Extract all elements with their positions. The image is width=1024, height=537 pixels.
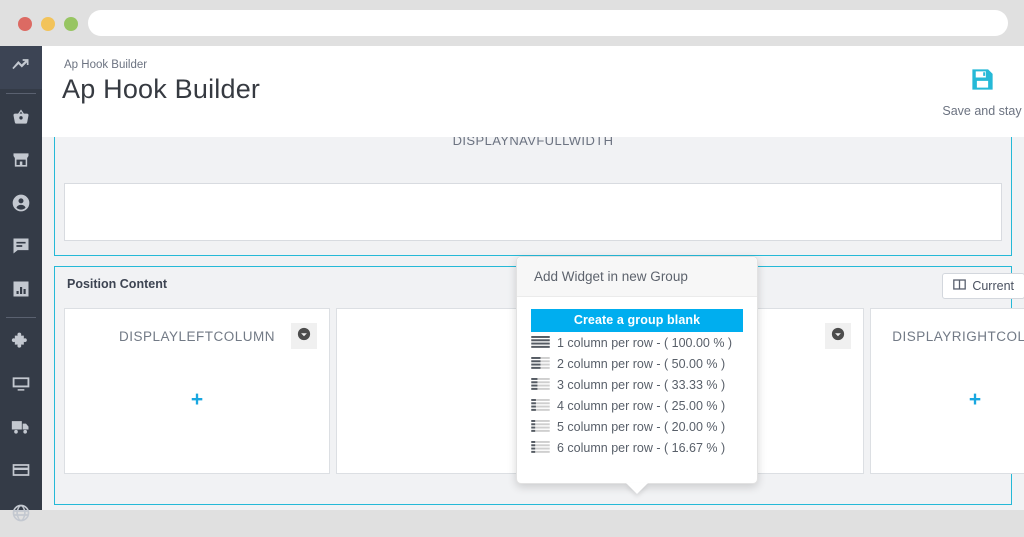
- sidebar-item-customers[interactable]: [0, 184, 42, 227]
- sidebar-item-dashboard[interactable]: [0, 46, 42, 89]
- column-hook-label: DISPLAYRIGHTCOLUMN: [892, 329, 1024, 344]
- popover-arrow: [626, 483, 648, 494]
- truck-icon: [11, 417, 31, 442]
- trending-up-icon: [11, 55, 31, 80]
- zoom-window-button[interactable]: [64, 17, 78, 31]
- shopping-basket-icon: [11, 107, 31, 132]
- columns-2-icon: [531, 357, 550, 370]
- sidebar-item-orders[interactable]: [0, 98, 42, 141]
- sidebar-divider-1: [6, 93, 36, 94]
- sidebar-item-payment[interactable]: [0, 451, 42, 494]
- column-option-5[interactable]: 5 column per row - ( 20.00 % ): [531, 416, 743, 437]
- bar-chart-icon: [11, 279, 31, 304]
- popover-body: Create a group blank 1 column per row - …: [517, 297, 757, 458]
- column-option-2[interactable]: 2 column per row - ( 50.00 % ): [531, 353, 743, 374]
- column-option-label: 4 column per row - ( 25.00 % ): [557, 398, 726, 413]
- popover-title: Add Widget in new Group: [517, 257, 757, 297]
- browser-chrome: [0, 0, 1024, 46]
- globe-icon: [11, 503, 31, 528]
- hook-name-label: DISPLAYNAVFULLWIDTH: [452, 137, 614, 148]
- add-widget-plus-right[interactable]: +: [871, 389, 1024, 410]
- column-option-label: 5 column per row - ( 20.00 % ): [557, 419, 726, 434]
- builder-content: DISPLAYNAVFULLWIDTH Position Content Cur…: [42, 137, 1024, 510]
- two-column-layout-icon: [953, 278, 967, 294]
- sidebar-item-international[interactable]: [0, 494, 42, 537]
- columns-1-icon: [531, 336, 550, 349]
- column-layout-options: 1 column per row - ( 100.00 % ) 2 column …: [531, 332, 743, 458]
- column-option-label: 1 column per row - ( 100.00 % ): [557, 335, 733, 350]
- save-floppy-icon: [969, 66, 996, 98]
- save-and-stay-label: Save and stay: [942, 104, 1022, 118]
- page-header: Ap Hook Builder Ap Hook Builder Save and…: [42, 46, 1024, 137]
- sidebar-item-shipping[interactable]: [0, 408, 42, 451]
- breadcrumb: Ap Hook Builder: [64, 59, 148, 71]
- current-view-label: Current: [972, 279, 1014, 293]
- sidebar-item-modules[interactable]: [0, 322, 42, 365]
- column-option-4[interactable]: 4 column per row - ( 25.00 % ): [531, 395, 743, 416]
- column-displayrightcolumn[interactable]: DISPLAYRIGHTCOLUMN +: [870, 308, 1024, 474]
- application-window: Ap Hook Builder Ap Hook Builder Save and…: [0, 46, 1024, 522]
- columns-3-icon: [531, 378, 550, 391]
- sidebar-item-stats[interactable]: [0, 270, 42, 313]
- page-title: Ap Hook Builder: [62, 74, 261, 104]
- current-view-button[interactable]: Current: [942, 273, 1024, 299]
- close-window-button[interactable]: [18, 17, 32, 31]
- column-option-label: 2 column per row - ( 50.00 % ): [557, 356, 726, 371]
- main-sidebar: [0, 46, 42, 522]
- sidebar-item-design[interactable]: [0, 365, 42, 408]
- hook-panel-displaynavfullwidth: DISPLAYNAVFULLWIDTH: [54, 137, 1012, 256]
- puzzle-piece-icon: [11, 331, 31, 356]
- sidebar-item-customer-service[interactable]: [0, 227, 42, 270]
- store-icon: [11, 150, 31, 175]
- column-option-label: 3 column per row - ( 33.33 % ): [557, 377, 726, 392]
- sidebar-divider-2: [6, 317, 36, 318]
- window-traffic-lights: [18, 17, 78, 31]
- columns-6-icon: [531, 441, 550, 454]
- url-bar-input[interactable]: [88, 10, 1008, 36]
- column-option-label: 6 column per row - ( 16.67 % ): [557, 440, 726, 455]
- chevron-down-circle-icon: [831, 327, 845, 346]
- credit-card-icon: [11, 460, 31, 485]
- collapse-column-button[interactable]: [291, 323, 317, 349]
- column-option-3[interactable]: 3 column per row - ( 33.33 % ): [531, 374, 743, 395]
- person-circle-icon: [11, 193, 31, 218]
- column-option-1[interactable]: 1 column per row - ( 100.00 % ): [531, 332, 743, 353]
- collapse-column-button[interactable]: [825, 323, 851, 349]
- position-content-heading: Position Content: [67, 277, 167, 291]
- column-option-6[interactable]: 6 column per row - ( 16.67 % ): [531, 437, 743, 458]
- column-hook-label: DISPLAYLEFTCOLUMN: [118, 329, 276, 344]
- minimize-window-button[interactable]: [41, 17, 55, 31]
- columns-4-icon: [531, 399, 550, 412]
- sidebar-item-catalog[interactable]: [0, 141, 42, 184]
- save-and-stay-button[interactable]: Save and stay: [934, 66, 1024, 118]
- add-widget-popover: Add Widget in new Group Create a group b…: [516, 256, 758, 494]
- add-widget-plus-left[interactable]: +: [65, 389, 329, 410]
- chat-bubble-icon: [11, 236, 31, 261]
- monitor-icon: [11, 374, 31, 399]
- columns-5-icon: [531, 420, 550, 433]
- column-displayleftcolumn[interactable]: DISPLAYLEFTCOLUMN +: [64, 308, 330, 474]
- chevron-down-circle-icon: [297, 327, 311, 346]
- create-group-blank-button[interactable]: Create a group blank: [531, 309, 743, 332]
- widget-dropzone[interactable]: [64, 183, 1002, 241]
